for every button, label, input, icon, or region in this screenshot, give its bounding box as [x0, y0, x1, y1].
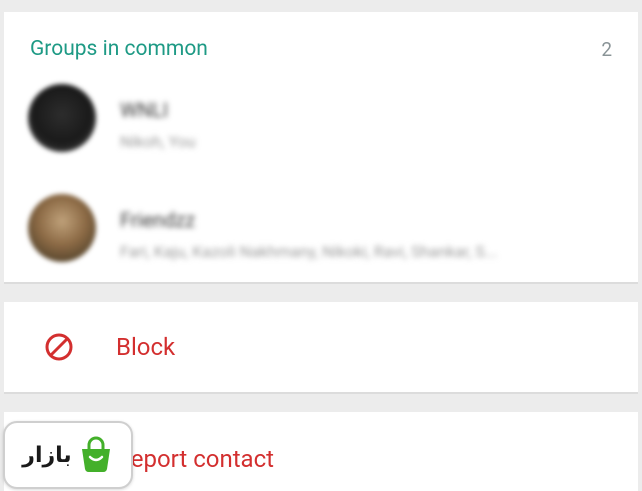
- group-members: Fari, Kaju, Kazoli Nakhmany, Nikoki, Rav…: [120, 242, 498, 261]
- group-name: WNLI: [120, 98, 169, 122]
- group-list-item[interactable]: Friendzz Fari, Kaju, Kazoli Nakhmany, Ni…: [26, 194, 618, 274]
- group-count: 2: [601, 37, 612, 61]
- block-button[interactable]: Block: [4, 302, 638, 392]
- group-avatar: [28, 84, 96, 152]
- block-icon: [45, 333, 73, 361]
- shopping-bag-icon: [81, 436, 110, 473]
- section-title: Groups in common: [30, 37, 208, 61]
- groups-in-common-card: Groups in common 2 WNLI Nikoh, You Frien…: [4, 12, 638, 284]
- group-name: Friendzz: [120, 208, 196, 232]
- block-card: Block: [4, 302, 638, 394]
- block-label: Block: [116, 333, 176, 361]
- bazaar-logo-text: بازار: [22, 442, 72, 468]
- groups-section-header: Groups in common 2: [30, 36, 612, 62]
- report-contact-label: Report contact: [116, 445, 275, 473]
- group-avatar: [28, 194, 96, 262]
- bazaar-watermark-badge: بازار: [3, 421, 133, 489]
- group-list-item[interactable]: WNLI Nikoh, You: [26, 84, 618, 164]
- contact-info-screen: Groups in common 2 WNLI Nikoh, You Frien…: [0, 0, 642, 491]
- group-members: Nikoh, You: [120, 132, 196, 151]
